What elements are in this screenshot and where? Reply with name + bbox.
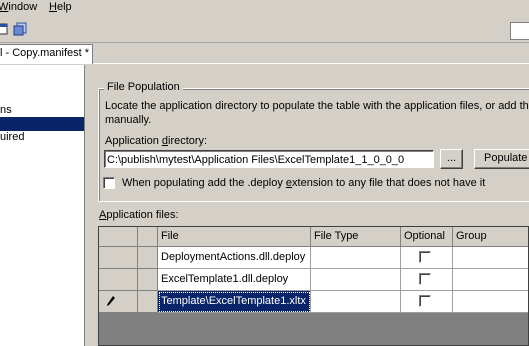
window-icon[interactable] (0, 22, 8, 36)
description-line-2: manually. (105, 114, 152, 126)
row-header-blank (138, 247, 158, 269)
optional-checkbox[interactable] (419, 251, 431, 263)
group-cell[interactable] (453, 247, 528, 269)
optional-cell[interactable] (401, 269, 453, 291)
optional-cell[interactable] (401, 247, 453, 269)
description-line-1: Locate the application directory to popu… (105, 100, 529, 112)
pencil-icon (106, 295, 116, 310)
application-files-grid[interactable]: File File Type Optional Group Deployment… (98, 226, 529, 346)
file-type-cell[interactable] (311, 247, 401, 269)
row-header-editing[interactable] (99, 291, 138, 313)
application-files-label: Application files: (99, 209, 179, 221)
application-directory-label: Application directory: (105, 135, 208, 147)
row-header-blank (138, 291, 158, 313)
file-cell[interactable]: DeploymentActions.dll.deploy (158, 247, 311, 269)
pages-icon[interactable] (13, 22, 27, 36)
optional-cell[interactable] (401, 291, 453, 313)
column-header-file-type[interactable]: File Type (311, 227, 401, 247)
deploy-extension-checkbox[interactable] (103, 177, 115, 189)
file-population-title: File Population (104, 81, 183, 93)
grid-blank-header (138, 227, 158, 247)
file-type-cell[interactable] (311, 269, 401, 291)
file-cell[interactable]: ExcelTemplate1.dll.deploy (158, 269, 311, 291)
column-header-optional[interactable]: Optional (401, 227, 453, 247)
nav-item-selected[interactable] (0, 117, 84, 131)
file-cell-selected[interactable]: Template\ExcelTemplate1.xltx (158, 291, 311, 313)
menu-window[interactable]: Window (0, 0, 37, 18)
file-type-cell[interactable] (311, 291, 401, 313)
left-nav-pane: ns uired (0, 65, 85, 346)
row-header-blank (138, 269, 158, 291)
deploy-extension-label: When populating add the .deploy extensio… (122, 177, 486, 189)
menubar: Window Help (0, 0, 529, 18)
populate-button[interactable]: Populate (474, 149, 529, 169)
menu-help[interactable]: Help (49, 0, 72, 18)
application-directory-input[interactable]: C:\publish\mytest\Application Files\Exce… (104, 150, 434, 168)
column-header-group[interactable]: Group (453, 227, 528, 247)
browse-button[interactable]: ... (440, 149, 463, 169)
column-header-file[interactable]: File (158, 227, 311, 247)
optional-checkbox[interactable] (419, 273, 431, 285)
optional-checkbox[interactable] (419, 295, 431, 307)
group-cell[interactable] (453, 291, 528, 313)
document-tab[interactable]: l - Copy.manifest * (0, 44, 93, 64)
toolbar (0, 18, 529, 43)
grid-corner-header (99, 227, 138, 247)
nav-item[interactable]: uired (0, 130, 84, 144)
row-header[interactable] (99, 247, 138, 269)
group-cell[interactable] (453, 269, 528, 291)
toolbar-combo-edge[interactable] (510, 22, 529, 40)
row-header[interactable] (99, 269, 138, 291)
nav-item[interactable]: ns (0, 103, 84, 117)
